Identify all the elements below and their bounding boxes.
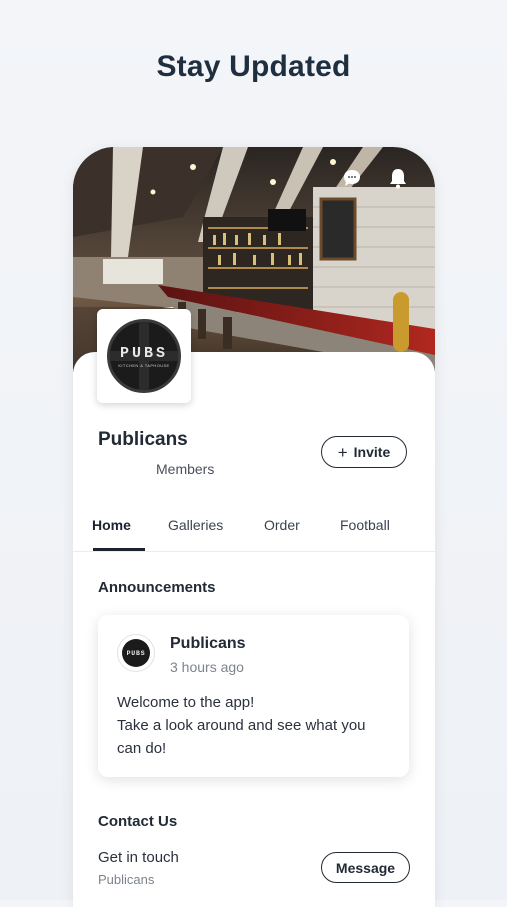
group-logo: PUBS KITCHEN & TAPHOUSE	[97, 309, 191, 403]
avatar-logo: PUBS	[122, 639, 150, 667]
announcements-title: Announcements	[98, 579, 216, 596]
active-tab-indicator	[93, 548, 145, 551]
logo-badge: PUBS KITCHEN & TAPHOUSE	[107, 319, 181, 393]
contact-subtitle: Publicans	[98, 872, 155, 887]
post-body-line: Welcome to the app!	[117, 694, 255, 711]
tab-order[interactable]: Order	[264, 517, 300, 533]
contact-line: Get in touch	[98, 849, 179, 866]
group-name: Publicans	[98, 429, 188, 450]
logo-subtext: KITCHEN & TAPHOUSE	[118, 362, 170, 368]
phone-frame: PUBS KITCHEN & TAPHOUSE Publicans Member…	[73, 147, 435, 907]
tab-bar: Home Galleries Order Football	[73, 509, 435, 552]
avatar: PUBS	[118, 635, 154, 671]
post-body-line: can do!	[117, 740, 167, 757]
announcement-card[interactable]: PUBS Publicans 3 hours ago Welcome to th…	[98, 615, 409, 777]
members-link[interactable]: Members	[156, 461, 214, 477]
message-button[interactable]: Message	[321, 852, 410, 883]
post-author: Publicans	[170, 635, 246, 652]
invite-button[interactable]: + Invite	[321, 436, 407, 468]
plus-icon: +	[337, 442, 348, 462]
tab-home[interactable]: Home	[92, 517, 131, 533]
post-body-line: Take a look around and see what you	[117, 717, 366, 734]
bell-icon[interactable]	[387, 167, 409, 189]
tab-football[interactable]: Football	[340, 517, 390, 533]
post-timestamp: 3 hours ago	[170, 659, 244, 675]
logo-text: PUBS	[119, 344, 168, 362]
tab-galleries[interactable]: Galleries	[168, 517, 223, 533]
contact-title: Contact Us	[98, 813, 178, 830]
invite-label: Invite	[353, 444, 391, 460]
page-headline: Stay Updated	[156, 50, 351, 83]
post-body: Welcome to the app! Take a look around a…	[117, 691, 397, 760]
cover-toolbar	[341, 167, 409, 189]
chat-icon[interactable]	[341, 167, 363, 189]
